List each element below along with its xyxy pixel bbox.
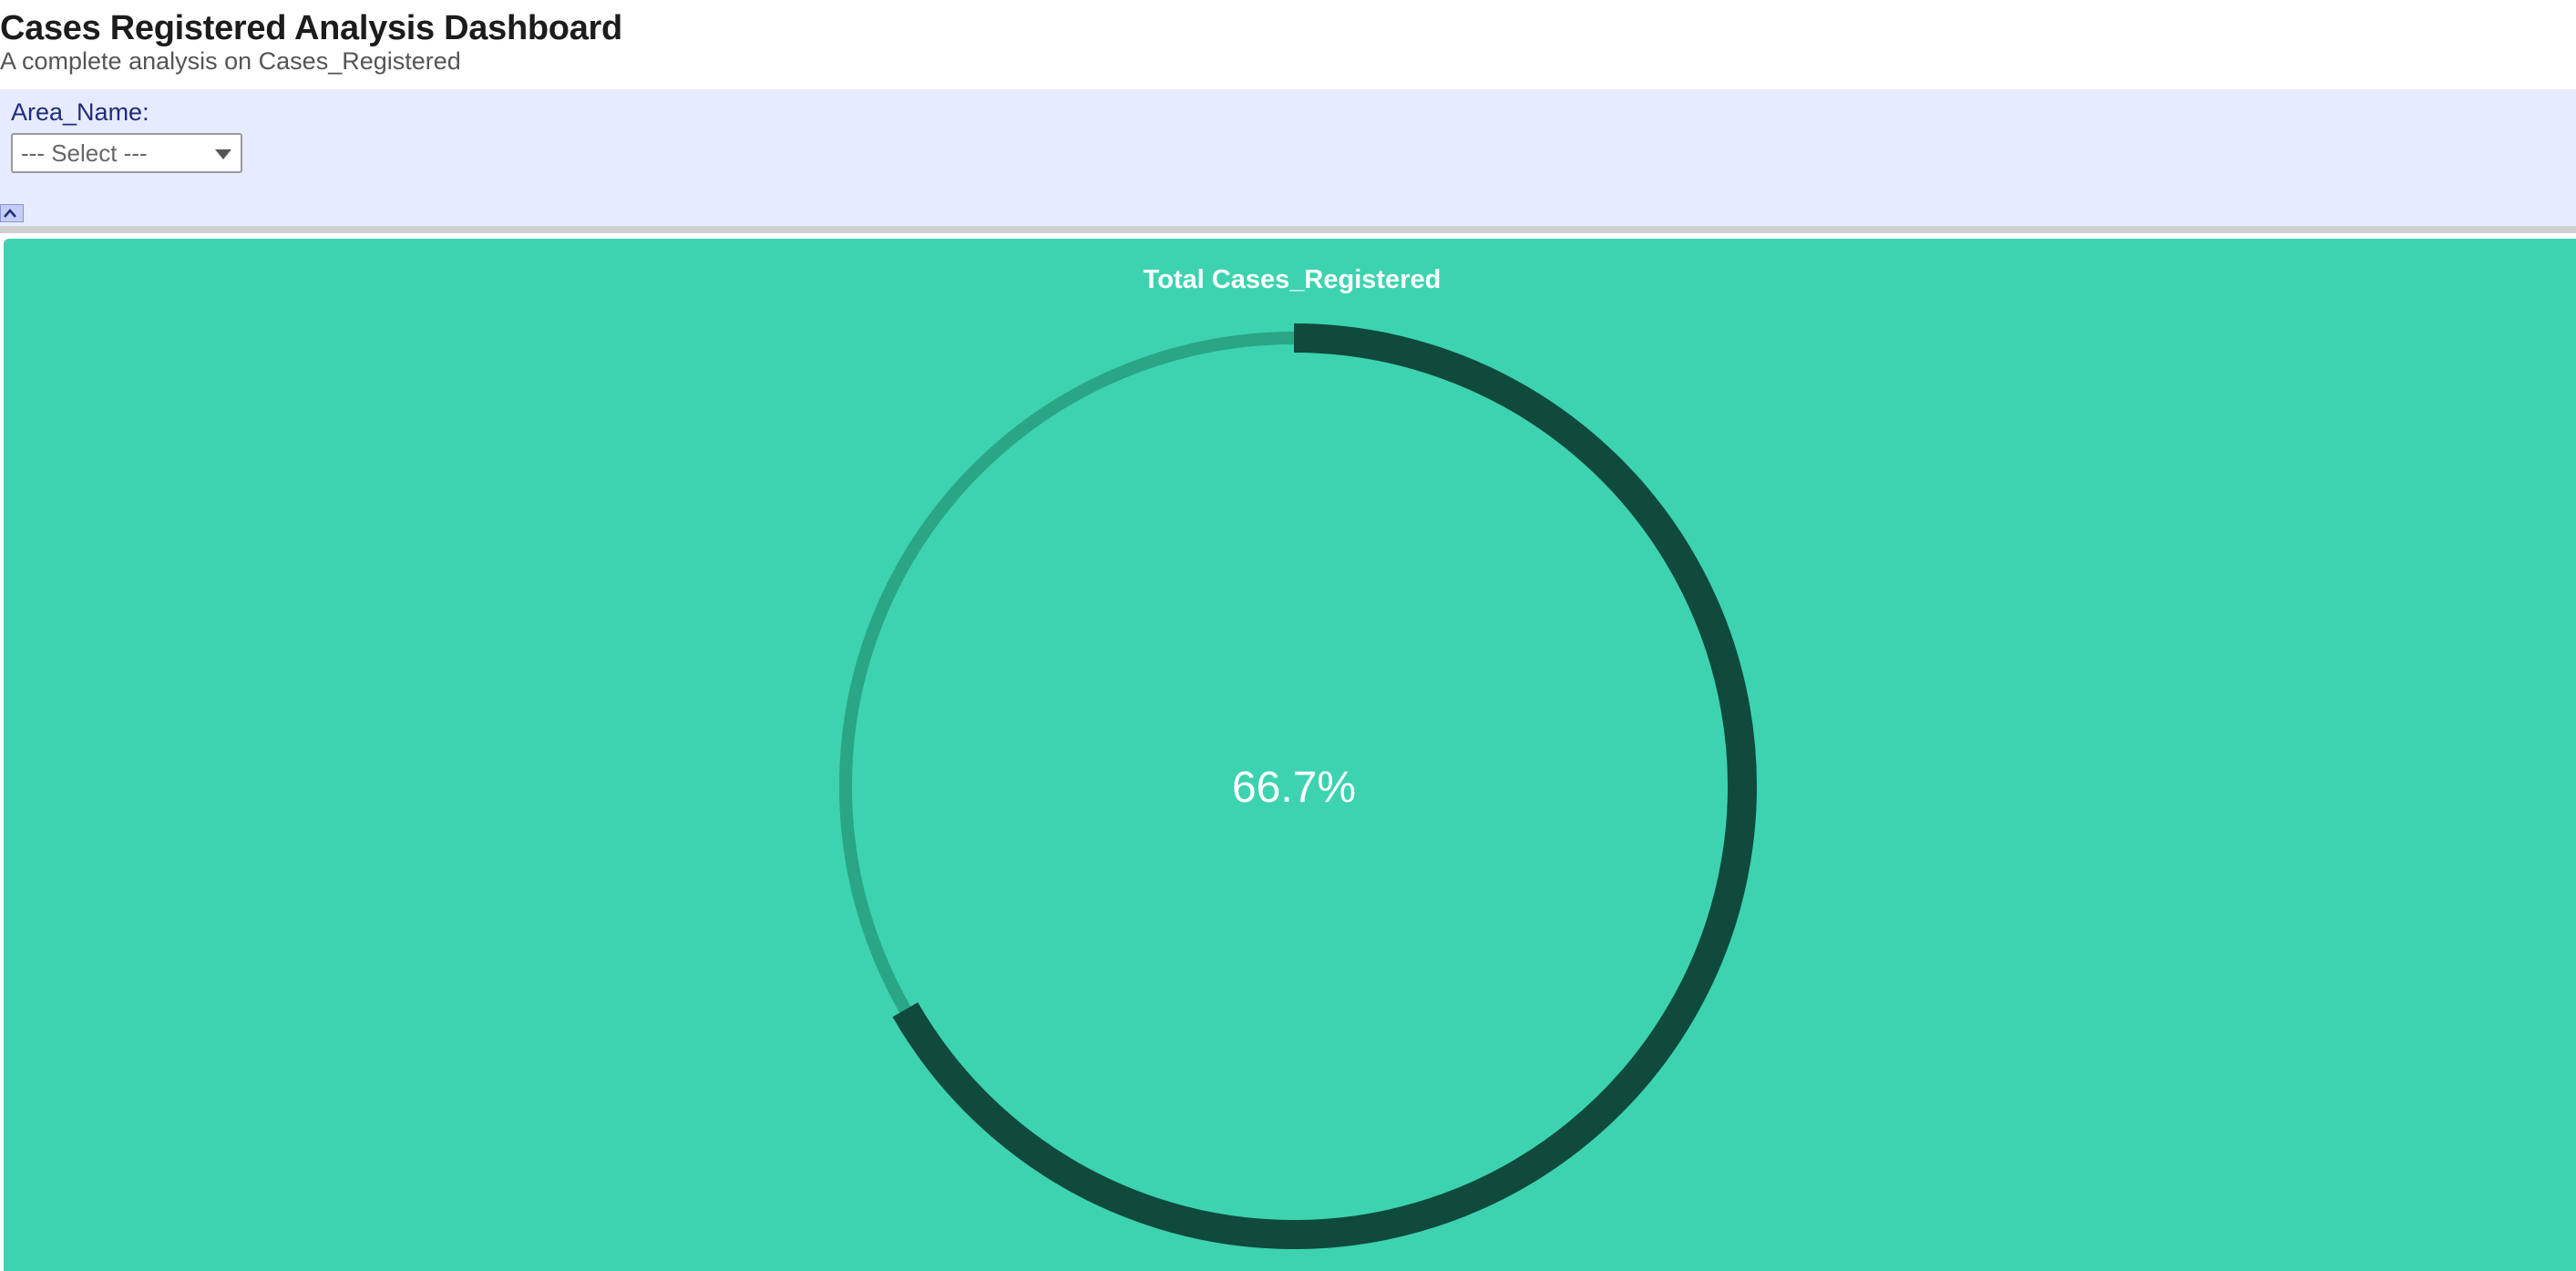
area-name-label: Area_Name: bbox=[11, 98, 149, 126]
chevron-down-icon bbox=[215, 149, 231, 159]
chevron-up-icon bbox=[4, 209, 16, 218]
area-name-select[interactable]: --- Select --- bbox=[11, 133, 242, 173]
kpi-panel: Total Cases_Registered 66.7% bbox=[4, 239, 2576, 1271]
gauge-value: 66.7% bbox=[1232, 764, 1356, 812]
collapse-filters-button[interactable] bbox=[0, 204, 24, 222]
panel-divider bbox=[0, 226, 2576, 233]
area-name-select-value: --- Select --- bbox=[21, 139, 148, 167]
filter-bar: Area_Name: --- Select --- bbox=[0, 89, 2576, 226]
dashboard-header: Cases Registered Analysis Dashboard A co… bbox=[0, 0, 2576, 89]
page-title: Cases Registered Analysis Dashboard bbox=[0, 9, 622, 47]
page-subtitle: A complete analysis on Cases_Registered bbox=[0, 47, 461, 75]
kpi-gauge: 66.7% bbox=[839, 323, 1757, 1249]
